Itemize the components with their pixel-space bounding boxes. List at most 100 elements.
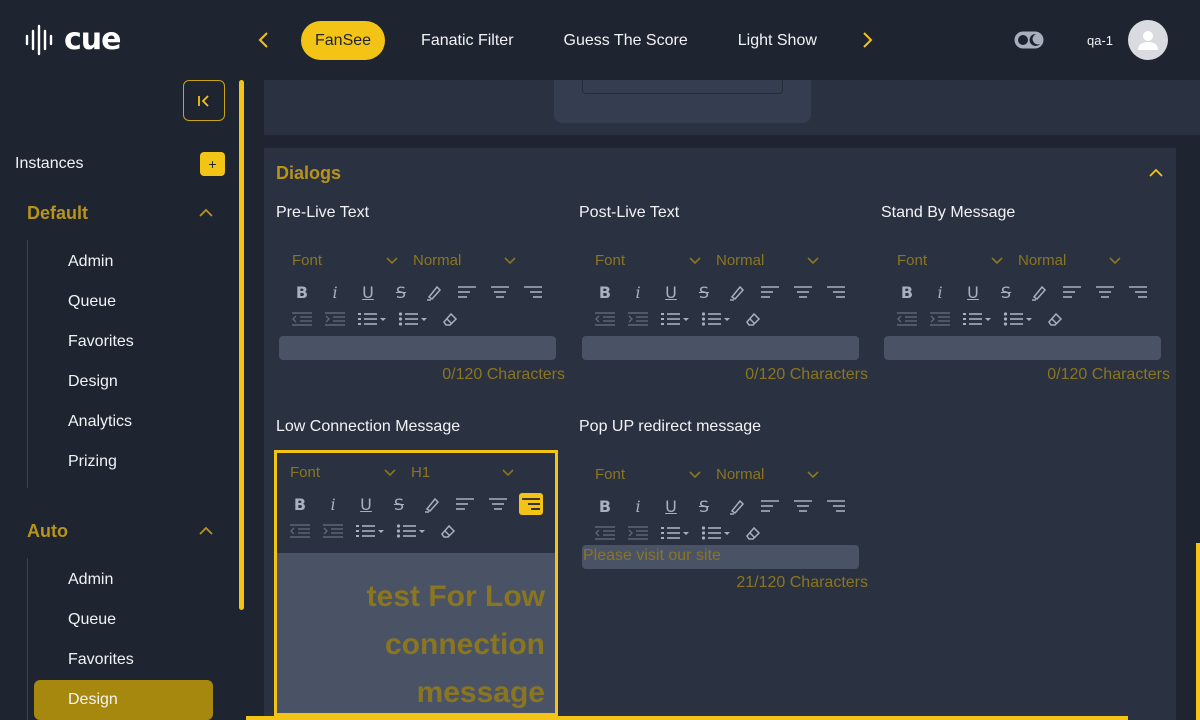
align-left-button[interactable]: [453, 493, 477, 515]
nav-next-arrow-icon[interactable]: [855, 28, 879, 52]
align-right-button[interactable]: [824, 281, 848, 303]
sidebar-item-design-active[interactable]: Design: [34, 680, 213, 720]
outdent-button[interactable]: [593, 522, 617, 544]
outdent-button[interactable]: [290, 308, 314, 330]
strikethrough-button[interactable]: S: [387, 493, 411, 515]
user-name[interactable]: qa-1: [1087, 33, 1113, 48]
align-center-button[interactable]: [488, 281, 512, 303]
outdent-button[interactable]: [593, 308, 617, 330]
font-select[interactable]: Font: [897, 252, 1018, 269]
chevron-up-icon[interactable]: [1147, 164, 1165, 182]
align-center-button[interactable]: [791, 495, 815, 517]
sidebar-item-favorites[interactable]: Favorites: [68, 333, 134, 351]
underline-button[interactable]: U: [354, 493, 378, 515]
ordered-list-button[interactable]: [354, 520, 386, 542]
logo[interactable]: cue: [24, 22, 121, 57]
ordered-list-button[interactable]: [961, 308, 993, 330]
tab-fanatic-filter[interactable]: Fanatic Filter: [407, 21, 527, 60]
sidebar-item-design[interactable]: Design: [68, 373, 118, 391]
italic-button[interactable]: i: [626, 495, 650, 517]
bullet-list-button[interactable]: [397, 308, 429, 330]
indent-button[interactable]: [323, 308, 347, 330]
indent-button[interactable]: [626, 522, 650, 544]
italic-button[interactable]: i: [928, 281, 952, 303]
italic-button[interactable]: i: [626, 281, 650, 303]
sidebar-item-queue[interactable]: Queue: [68, 611, 116, 629]
group-default-title[interactable]: Default: [27, 203, 88, 224]
text-input[interactable]: [582, 336, 859, 360]
bold-button[interactable]: B: [593, 495, 617, 517]
sidebar-item-analytics[interactable]: Analytics: [68, 413, 132, 431]
bullet-list-button[interactable]: [1002, 308, 1034, 330]
ordered-list-button[interactable]: [356, 308, 388, 330]
highlight-button[interactable]: [1027, 281, 1051, 303]
clear-format-button[interactable]: [438, 308, 462, 330]
avatar[interactable]: [1128, 20, 1168, 60]
tab-light-show[interactable]: Light Show: [724, 21, 831, 60]
align-right-button[interactable]: [521, 281, 545, 303]
text-input[interactable]: [279, 336, 556, 360]
align-right-button[interactable]: [1126, 281, 1150, 303]
indent-button[interactable]: [928, 308, 952, 330]
size-select[interactable]: Normal: [716, 252, 820, 269]
align-right-button[interactable]: [519, 493, 543, 515]
sidebar-item-admin[interactable]: Admin: [68, 253, 113, 271]
strikethrough-button[interactable]: S: [994, 281, 1018, 303]
align-left-button[interactable]: [455, 281, 479, 303]
strikethrough-button[interactable]: S: [389, 281, 413, 303]
align-center-button[interactable]: [791, 281, 815, 303]
bold-button[interactable]: B: [290, 281, 314, 303]
sidebar-item-admin[interactable]: Admin: [68, 571, 113, 589]
underline-button[interactable]: U: [356, 281, 380, 303]
underline-button[interactable]: U: [961, 281, 985, 303]
strikethrough-button[interactable]: S: [692, 281, 716, 303]
font-select[interactable]: Font: [595, 252, 716, 269]
dialogs-title[interactable]: Dialogs: [276, 163, 341, 184]
size-select[interactable]: Normal: [716, 466, 820, 483]
clear-format-button[interactable]: [436, 520, 460, 542]
tab-guess-the-score[interactable]: Guess The Score: [550, 21, 702, 60]
font-select[interactable]: Font: [595, 466, 716, 483]
sidebar-item-prizing[interactable]: Prizing: [68, 453, 117, 471]
underline-button[interactable]: U: [659, 281, 683, 303]
bold-button[interactable]: B: [895, 281, 919, 303]
main-scrollbar[interactable]: [1196, 543, 1200, 720]
align-left-button[interactable]: [758, 281, 782, 303]
align-right-button[interactable]: [824, 495, 848, 517]
nav-prev-arrow-icon[interactable]: [252, 28, 276, 52]
strikethrough-button[interactable]: S: [692, 495, 716, 517]
size-select[interactable]: H1: [411, 464, 515, 481]
size-select[interactable]: Normal: [1018, 252, 1122, 269]
text-input[interactable]: [884, 336, 1161, 360]
align-center-button[interactable]: [1093, 281, 1117, 303]
text-input[interactable]: test For Low connection message: [277, 553, 555, 713]
highlight-button[interactable]: [422, 281, 446, 303]
tab-fansee[interactable]: FanSee: [301, 21, 386, 60]
ordered-list-button[interactable]: [659, 522, 691, 544]
theme-toggle-icon[interactable]: [1014, 31, 1044, 49]
text-input[interactable]: Please visit our site: [582, 545, 859, 569]
highlight-button[interactable]: [420, 493, 444, 515]
outdent-button[interactable]: [288, 520, 312, 542]
bold-button[interactable]: B: [288, 493, 312, 515]
sidebar-item-favorites[interactable]: Favorites: [68, 651, 134, 669]
outdent-button[interactable]: [895, 308, 919, 330]
clear-format-button[interactable]: [1043, 308, 1067, 330]
italic-button[interactable]: i: [323, 281, 347, 303]
bold-button[interactable]: B: [593, 281, 617, 303]
collapse-sidebar-button[interactable]: [183, 80, 225, 121]
align-center-button[interactable]: [486, 493, 510, 515]
chevron-up-icon[interactable]: [197, 204, 215, 222]
horizontal-scrollbar[interactable]: [246, 716, 1128, 720]
clear-format-button[interactable]: [741, 522, 765, 544]
font-select[interactable]: Font: [290, 464, 411, 481]
indent-button[interactable]: [626, 308, 650, 330]
highlight-button[interactable]: [725, 281, 749, 303]
underline-button[interactable]: U: [659, 495, 683, 517]
clear-format-button[interactable]: [741, 308, 765, 330]
add-instance-button[interactable]: +: [200, 152, 225, 176]
align-left-button[interactable]: [1060, 281, 1084, 303]
bullet-list-button[interactable]: [700, 308, 732, 330]
ordered-list-button[interactable]: [659, 308, 691, 330]
sidebar-item-queue[interactable]: Queue: [68, 293, 116, 311]
